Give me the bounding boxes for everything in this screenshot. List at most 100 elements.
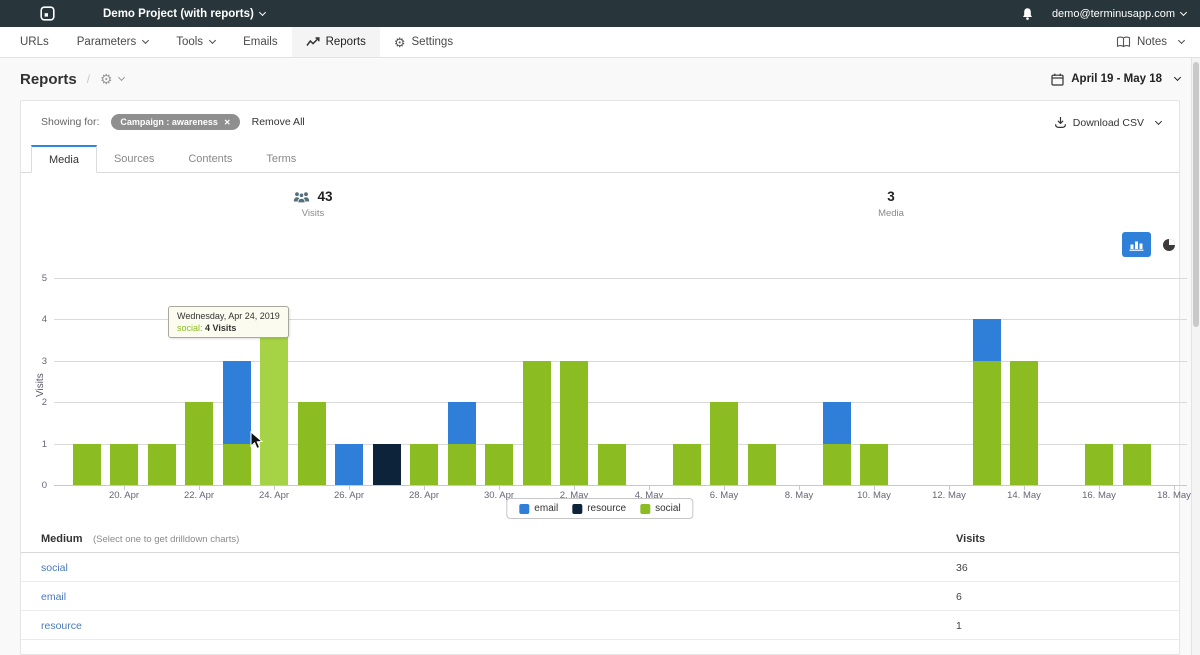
bar-may9-email[interactable] [823, 402, 851, 443]
y-tick-label: 3 [25, 356, 47, 367]
date-range-picker[interactable]: April 19 - May 18 [1051, 73, 1180, 86]
gear-icon: ⚙ [394, 36, 406, 49]
legend-item-social[interactable]: social [640, 503, 681, 514]
x-tick-label: 14. May [994, 490, 1054, 501]
report-settings-menu[interactable]: ⚙ [100, 72, 124, 86]
bar-may16-social[interactable] [1085, 444, 1113, 485]
tooltip-series: social: [177, 323, 203, 333]
date-range-value: April 19 - May 18 [1071, 73, 1162, 85]
nav-item-tools[interactable]: Tools [162, 27, 229, 57]
table-row[interactable]: email 6 [21, 582, 1179, 611]
nav-item-label: Tools [176, 36, 203, 48]
nav-item-label: Parameters [77, 36, 136, 48]
bar-may6-social[interactable] [710, 402, 738, 485]
legend-item-email[interactable]: email [519, 503, 558, 514]
bar-may1-social[interactable] [523, 361, 551, 485]
bar-apr29-email[interactable] [448, 402, 476, 443]
chart-line-icon [306, 37, 320, 47]
legend-swatch-email [519, 504, 529, 514]
page-title: Reports [20, 71, 77, 88]
visits-value: 36 [956, 562, 968, 574]
gridline [54, 278, 1187, 279]
y-axis-title: Visits [35, 373, 46, 397]
account-menu[interactable]: demo@terminusapp.com [1052, 8, 1186, 20]
bar-apr23-email[interactable] [223, 361, 251, 444]
bar-apr21-social[interactable] [148, 444, 176, 485]
nav-item-reports[interactable]: Reports [292, 27, 380, 57]
report-card: Showing for: Campaign : awareness✕ Remov… [20, 100, 1180, 655]
chevron-down-icon [209, 37, 216, 44]
media-table: Medium (Select one to get drilldown char… [21, 526, 1179, 640]
visits-column-header[interactable]: Visits [956, 533, 985, 545]
gridline [54, 485, 1187, 486]
nav-item-label: Emails [243, 36, 278, 48]
scrollbar-track[interactable] [1191, 58, 1200, 655]
medium-link[interactable]: email [41, 591, 66, 603]
notification-bell-icon[interactable] [1021, 7, 1034, 21]
bar-apr25-social[interactable] [298, 402, 326, 485]
bar-may5-social[interactable] [673, 444, 701, 485]
app-logo-icon[interactable] [40, 6, 55, 21]
table-row[interactable]: social 36 [21, 553, 1179, 582]
visits-value: 1 [956, 620, 962, 632]
bar-apr24-social[interactable] [260, 319, 288, 485]
nav-item-emails[interactable]: Emails [229, 27, 292, 57]
gear-icon: ⚙ [100, 72, 113, 86]
bar-apr23-social[interactable] [223, 444, 251, 485]
bar-may10-social[interactable] [860, 444, 888, 485]
legend-label: email [534, 503, 558, 514]
y-tick-label: 1 [25, 439, 47, 450]
y-tick-label: 4 [25, 314, 47, 325]
chevron-down-icon [259, 8, 266, 15]
bar-apr26-email[interactable] [335, 444, 363, 485]
x-tick-label: 8. May [769, 490, 829, 501]
project-selector[interactable]: Demo Project (with reports) [103, 8, 265, 20]
medium-column-hint: (Select one to get drilldown charts) [93, 534, 239, 545]
chevron-down-icon [142, 37, 149, 44]
table-row[interactable]: resource 1 [21, 611, 1179, 640]
nav-item-urls[interactable]: URLs [6, 27, 63, 57]
main-nav: URLs Parameters Tools Emails Reports ⚙Setting… [0, 27, 1200, 58]
notes-label: Notes [1137, 36, 1167, 48]
bar-apr22-social[interactable] [185, 402, 213, 485]
notes-button[interactable]: Notes [1116, 27, 1184, 57]
nav-item-label: Reports [326, 36, 366, 48]
bar-may3-social[interactable] [598, 444, 626, 485]
legend-item-resource[interactable]: resource [572, 503, 626, 514]
legend-swatch-social [640, 504, 650, 514]
x-tick-label: 24. Apr [244, 490, 304, 501]
bar-may2-social[interactable] [560, 361, 588, 485]
nav-item-settings[interactable]: ⚙Settings [380, 27, 467, 57]
bar-may14-social[interactable] [1010, 361, 1038, 485]
bar-apr30-social[interactable] [485, 444, 513, 485]
breadcrumb-separator: / [87, 72, 90, 86]
bar-may13-social[interactable] [973, 361, 1001, 485]
bar-apr19-social[interactable] [73, 444, 101, 485]
scrollbar-thumb[interactable] [1193, 62, 1199, 327]
bar-apr29-social[interactable] [448, 444, 476, 485]
book-icon [1116, 36, 1131, 48]
account-email: demo@terminusapp.com [1052, 8, 1175, 20]
x-tick-label: 26. Apr [319, 490, 379, 501]
bar-apr20-social[interactable] [110, 444, 138, 485]
visits-value: 6 [956, 591, 962, 603]
chevron-down-icon [1180, 8, 1187, 15]
bar-apr27-resource[interactable] [373, 444, 401, 485]
medium-link[interactable]: social [41, 562, 68, 574]
nav-item-parameters[interactable]: Parameters [63, 27, 162, 57]
x-tick-label: 22. Apr [169, 490, 229, 501]
calendar-icon [1051, 73, 1064, 86]
legend-swatch-resource [572, 504, 582, 514]
bar-may7-social[interactable] [748, 444, 776, 485]
chevron-down-icon [1174, 74, 1181, 81]
medium-column-header[interactable]: Medium [41, 533, 83, 545]
bar-apr28-social[interactable] [410, 444, 438, 485]
table-header: Medium (Select one to get drilldown char… [21, 526, 1179, 553]
bar-may17-social[interactable] [1123, 444, 1151, 485]
y-tick-label: 5 [25, 273, 47, 284]
chart-legend: email resource social [506, 498, 693, 519]
bar-may9-social[interactable] [823, 444, 851, 485]
medium-link[interactable]: resource [41, 620, 82, 632]
x-tick-label: 12. May [919, 490, 979, 501]
bar-may13-email[interactable] [973, 319, 1001, 360]
